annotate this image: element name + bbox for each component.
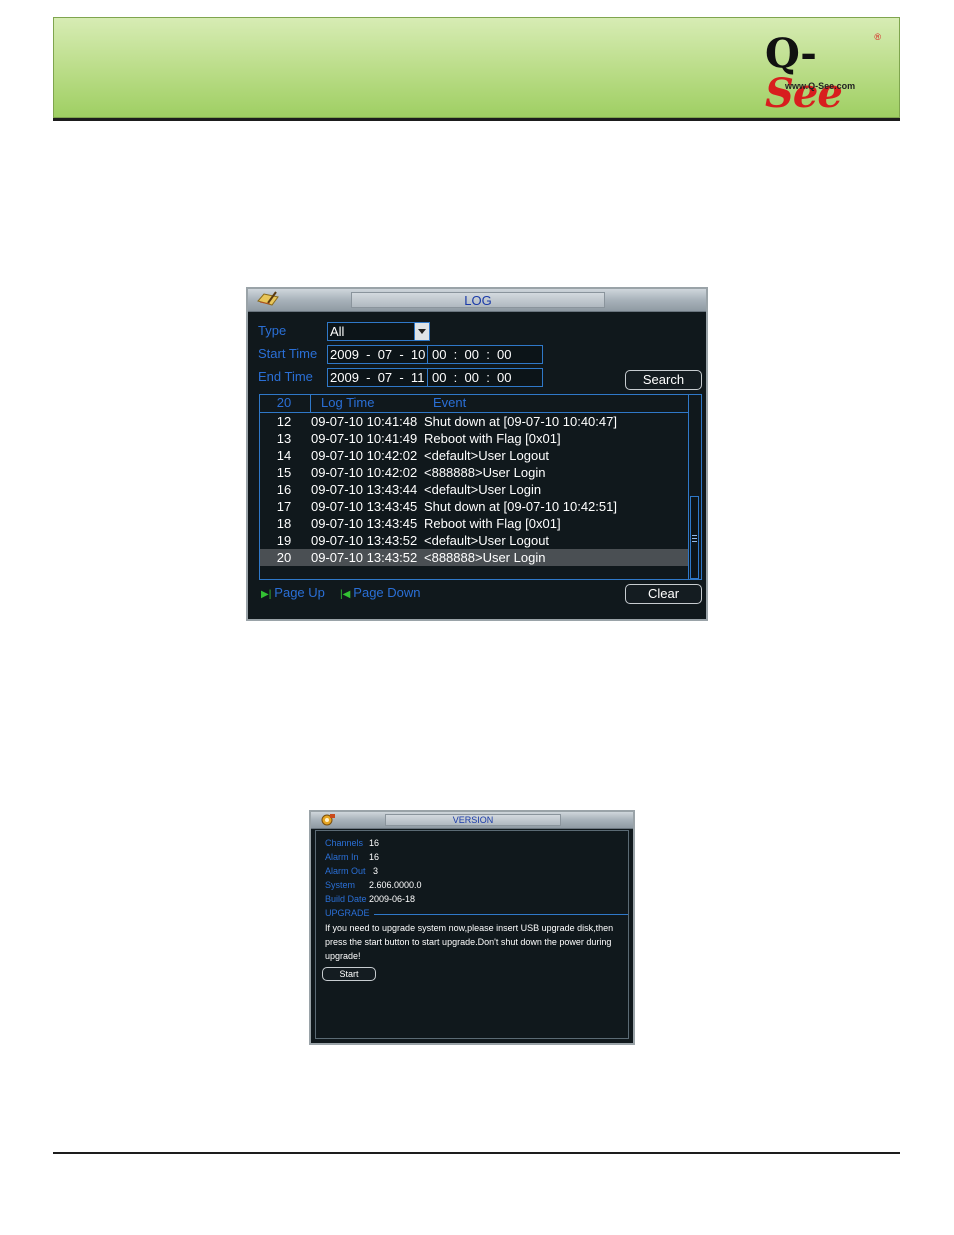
row-index: 13 — [276, 431, 292, 446]
upgrade-heading: UPGRADE — [325, 908, 370, 918]
row-index: 20 — [276, 550, 292, 565]
row-event: <default>User Logout — [424, 448, 550, 463]
version-panel: Channels 16 Alarm In 16 Alarm Out 3 Syst… — [315, 830, 629, 1039]
column-event: Event — [433, 395, 467, 410]
log-scrollbar[interactable] — [688, 395, 701, 579]
table-row[interactable]: 19 09-07-10 13:43:52 <default>User Logou… — [260, 532, 688, 549]
alarm-out-value: 3 — [373, 866, 379, 876]
start-date-value[interactable]: 2009 - 07 - 10 — [330, 346, 425, 363]
start-button[interactable]: Start — [322, 967, 376, 981]
row-index: 14 — [276, 448, 292, 463]
column-log-time: Log Time — [321, 395, 375, 410]
row-event: Reboot with Flag [0x01] — [424, 431, 561, 446]
row-index: 17 — [276, 499, 292, 514]
table-row[interactable]: 18 09-07-10 13:43:45 Reboot with Flag [0… — [260, 515, 688, 532]
header-rule — [53, 118, 900, 121]
alarm-in-value: 16 — [369, 852, 380, 862]
table-row[interactable]: 16 09-07-10 13:43:44 <default>User Login — [260, 481, 688, 498]
system-value: 2.606.0000.0 — [369, 880, 422, 890]
row-time: 09-07-10 13:43:44 — [311, 482, 418, 497]
row-time: 09-07-10 13:43:45 — [311, 516, 418, 531]
upgrade-divider — [374, 914, 628, 915]
q-see-logo: Q-See ® www.Q-See.com — [747, 28, 887, 114]
upgrade-note: If you need to upgrade system now,please… — [325, 923, 614, 961]
log-table: 20 Log Time Event 12 09-07-10 10:41:48 S… — [259, 394, 702, 580]
row-time: 09-07-10 10:42:02 — [311, 465, 418, 480]
end-time-field[interactable]: 2009 - 07 - 11 00 : 00 : 00 — [327, 368, 543, 387]
row-event: Shut down at [09-07-10 10:42:51] — [424, 499, 617, 514]
type-select[interactable]: All — [327, 322, 430, 341]
row-event: <default>User Login — [424, 482, 542, 497]
page-up-label: Page Up — [274, 585, 325, 600]
search-button[interactable]: Search — [625, 370, 702, 390]
type-select-value: All — [330, 324, 345, 339]
header-banner: Q-See ® www.Q-See.com — [53, 17, 900, 118]
field-divider — [427, 346, 428, 363]
end-clock-value[interactable]: 00 : 00 : 00 — [432, 369, 512, 386]
row-index: 15 — [276, 465, 292, 480]
row-time: 09-07-10 10:41:49 — [311, 431, 418, 446]
page-down-label: Page Down — [353, 585, 421, 600]
row-event: Shut down at [09-07-10 10:40:47] — [424, 414, 617, 429]
table-row[interactable]: 17 09-07-10 13:43:45 Shut down at [09-07… — [260, 498, 688, 515]
type-label: Type — [258, 323, 287, 338]
version-gear-icon — [321, 814, 335, 826]
start-time-label: Start Time — [258, 346, 318, 361]
table-row[interactable]: 15 09-07-10 10:42:02 <888888>User Login — [260, 464, 688, 481]
row-time: 09-07-10 10:41:48 — [311, 414, 418, 429]
column-index: 20 — [276, 395, 292, 410]
row-index: 12 — [276, 414, 292, 429]
end-date-value[interactable]: 2009 - 07 - 11 — [330, 369, 424, 386]
version-title: VERSION — [385, 814, 561, 826]
column-divider — [310, 395, 311, 412]
log-title: LOG — [351, 292, 605, 308]
row-event: <888888>User Login — [424, 550, 546, 565]
clear-button[interactable]: Clear — [625, 584, 702, 604]
version-titlebar: VERSION — [311, 812, 633, 829]
table-row-selected[interactable]: 20 09-07-10 13:43:52 <888888>User Login — [260, 549, 688, 566]
build-date-value: 2009-06-18 — [369, 894, 416, 904]
log-pencil-icon — [257, 291, 279, 306]
version-window: VERSION Channels 16 Alarm In 16 Alarm Ou… — [309, 810, 635, 1045]
page-down-link[interactable]: |◀ Page Down — [340, 585, 421, 600]
table-row[interactable]: 12 09-07-10 10:41:48 Shut down at [09-07… — [260, 413, 688, 430]
table-row[interactable]: 13 09-07-10 10:41:49 Reboot with Flag [0… — [260, 430, 688, 447]
chevron-down-icon[interactable] — [414, 323, 429, 340]
row-event: <default>User Logout — [424, 533, 550, 548]
row-event: Reboot with Flag [0x01] — [424, 516, 561, 531]
end-time-label: End Time — [258, 369, 313, 384]
page-down-icon: |◀ — [340, 589, 351, 600]
row-event: <888888>User Login — [424, 465, 546, 480]
log-window: LOG Type All Start Time 2009 - 07 - 10 0… — [246, 287, 708, 621]
page-up-icon: ▶| — [261, 589, 272, 600]
build-date-label: Build Date — [325, 894, 367, 904]
table-row[interactable]: 14 09-07-10 10:42:02 <default>User Logou… — [260, 447, 688, 464]
page-up-link[interactable]: ▶| Page Up — [261, 585, 325, 600]
row-time: 09-07-10 13:43:45 — [311, 499, 418, 514]
logo-registered-mark: ® — [874, 32, 881, 42]
log-table-header: 20 Log Time Event — [260, 395, 688, 413]
log-titlebar: LOG — [248, 289, 706, 312]
footer-rule — [53, 1152, 900, 1154]
row-time: 09-07-10 10:42:02 — [311, 448, 418, 463]
scrollbar-thumb[interactable] — [690, 496, 699, 579]
row-time: 09-07-10 13:43:52 — [311, 533, 418, 548]
row-index: 19 — [276, 533, 292, 548]
field-divider — [427, 369, 428, 386]
start-clock-value[interactable]: 00 : 00 : 00 — [432, 346, 512, 363]
channels-label: Channels — [325, 838, 364, 848]
row-index: 16 — [276, 482, 292, 497]
row-index: 18 — [276, 516, 292, 531]
system-label: System — [325, 880, 356, 890]
alarm-out-label: Alarm Out — [325, 866, 366, 876]
row-time: 09-07-10 13:43:52 — [311, 550, 418, 565]
alarm-in-label: Alarm In — [325, 852, 359, 862]
start-time-field[interactable]: 2009 - 07 - 10 00 : 00 : 00 — [327, 345, 543, 364]
logo-see-text: See — [765, 70, 843, 117]
channels-value: 16 — [369, 838, 380, 848]
logo-url: www.Q-See.com — [785, 81, 856, 91]
